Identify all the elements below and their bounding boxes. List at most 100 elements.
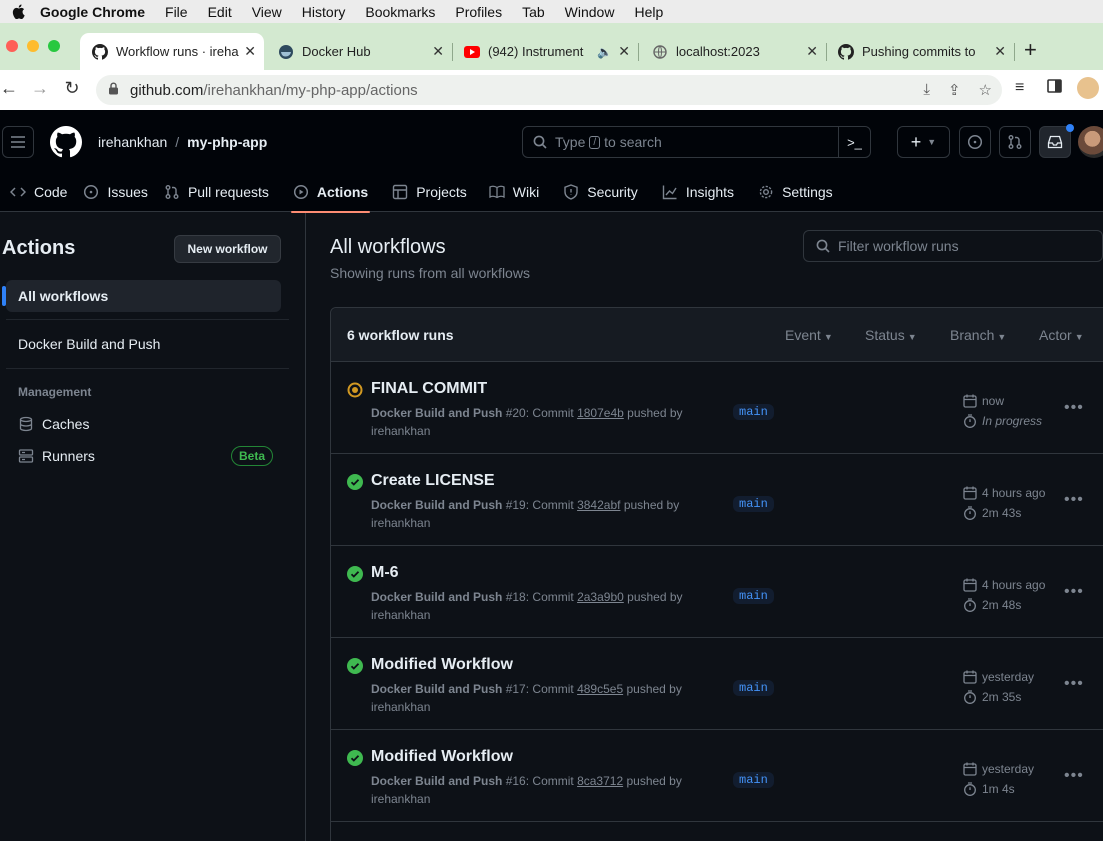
side-panel-icon[interactable] — [1047, 79, 1062, 98]
install-app-icon[interactable]: ⤓ — [923, 81, 930, 99]
menu-view[interactable]: View — [252, 4, 282, 20]
apple-icon[interactable] — [6, 4, 30, 19]
tab-pushing-commits[interactable]: Pushing commits to ✕ — [826, 33, 1015, 70]
search-icon — [816, 239, 830, 253]
menu-history[interactable]: History — [302, 4, 346, 20]
run-title-link[interactable]: Modified Workflow — [371, 656, 513, 674]
create-new-button[interactable]: + ▼ — [897, 126, 950, 158]
close-tab-icon[interactable]: ✕ — [806, 43, 818, 60]
repo-owner-link[interactable]: irehankhan — [98, 134, 167, 150]
status-filter-dropdown[interactable]: Status ▼ — [865, 327, 917, 343]
maximize-window-button[interactable] — [48, 40, 60, 52]
book-icon — [489, 184, 505, 200]
hamburger-menu-button[interactable] — [2, 126, 34, 158]
event-filter-dropdown[interactable]: Event ▼ — [785, 327, 833, 343]
run-title-link[interactable]: M-6 — [371, 564, 399, 582]
tab-wiki[interactable]: Wiki — [481, 172, 547, 212]
run-duration: 2m 43s — [963, 506, 1021, 520]
tab-security[interactable]: Security — [555, 172, 646, 212]
menu-help[interactable]: Help — [634, 4, 663, 20]
command-palette-icon[interactable]: >_ — [838, 127, 870, 157]
reload-icon[interactable]: ↻ — [60, 78, 84, 99]
menu-file[interactable]: File — [165, 4, 188, 20]
back-arrow-icon[interactable]: ← — [0, 78, 21, 99]
lock-icon[interactable] — [108, 82, 120, 99]
new-tab-icon[interactable]: + — [1024, 37, 1037, 63]
calendar-icon — [963, 394, 977, 408]
tab-docker-hub[interactable]: Docker Hub ✕ — [266, 33, 453, 70]
branch-filter-dropdown[interactable]: Branch ▼ — [950, 327, 1006, 343]
pull-requests-button[interactable] — [999, 126, 1031, 158]
close-tab-icon[interactable]: ✕ — [618, 43, 630, 60]
more-options-icon[interactable]: ••• — [1064, 399, 1084, 417]
bookmark-star-icon[interactable]: ☆ — [979, 81, 992, 99]
more-options-icon[interactable]: ••• — [1064, 491, 1084, 509]
tab-localhost[interactable]: localhost:2023 ✕ — [640, 33, 827, 70]
audio-playing-icon[interactable]: 🔈 — [597, 45, 612, 59]
tab-title: localhost:2023 — [676, 44, 760, 59]
run-title-link[interactable]: FINAL COMMIT — [371, 380, 487, 398]
run-title-link[interactable]: Create LICENSE — [371, 472, 495, 490]
address-bar[interactable]: github.com/irehankhan/my-php-app/actions… — [96, 75, 1002, 105]
workflow-run-row[interactable]: Modified Workflow Docker Build and Push … — [331, 730, 1103, 822]
tab-insights[interactable]: Insights — [654, 172, 742, 212]
global-search-input[interactable]: Type / to search >_ — [522, 126, 871, 158]
github-icon — [92, 43, 108, 60]
more-options-icon[interactable]: ••• — [1064, 583, 1084, 601]
forward-arrow-icon[interactable]: → — [28, 78, 52, 99]
tab-projects[interactable]: Projects — [384, 172, 475, 212]
menu-bookmarks[interactable]: Bookmarks — [365, 4, 435, 20]
sidebar-item-docker-build-and-push[interactable]: Docker Build and Push — [6, 328, 281, 360]
branch-label[interactable]: main — [733, 680, 774, 696]
tab-settings[interactable]: Settings — [750, 172, 841, 212]
commit-sha-link[interactable]: 489c5e5 — [577, 682, 623, 696]
play-icon — [293, 184, 309, 200]
filter-workflow-runs-input[interactable]: Filter workflow runs — [803, 230, 1103, 262]
new-workflow-button[interactable]: New workflow — [174, 235, 281, 263]
workflow-run-row[interactable]: FINAL COMMIT Docker Build and Push #20: … — [331, 362, 1103, 454]
issues-button[interactable] — [959, 126, 991, 158]
sidebar-item-all-workflows[interactable]: All workflows — [2, 280, 281, 312]
branch-label[interactable]: main — [733, 496, 774, 512]
more-options-icon[interactable]: ••• — [1064, 767, 1084, 785]
actor-filter-dropdown[interactable]: Actor ▼ — [1039, 327, 1084, 343]
menu-app-name[interactable]: Google Chrome — [40, 4, 145, 20]
repo-name-link[interactable]: my-php-app — [187, 134, 267, 150]
more-options-icon[interactable]: ••• — [1064, 675, 1084, 693]
close-tab-icon[interactable]: ✕ — [432, 43, 444, 60]
tab-pull-requests[interactable]: Pull requests — [156, 172, 277, 212]
sidebar-item-runners[interactable]: Runners Beta — [6, 440, 281, 472]
success-check-icon — [347, 658, 363, 674]
tab-workflow-runs[interactable]: Workflow runs · ireha ✕ — [80, 33, 264, 70]
close-window-button[interactable] — [6, 40, 18, 52]
github-header: irehankhan / my-php-app Type / to search… — [0, 110, 1103, 213]
tab-issues[interactable]: Issues — [75, 172, 155, 212]
workflow-run-row[interactable]: Modified Workflow Docker Build and Push … — [331, 638, 1103, 730]
commit-sha-link[interactable]: 1807e4b — [577, 406, 624, 420]
minimize-window-button[interactable] — [27, 40, 39, 52]
commit-sha-link[interactable]: 2a3a9b0 — [577, 590, 624, 604]
branch-label[interactable]: main — [733, 588, 774, 604]
close-tab-icon[interactable]: ✕ — [244, 43, 256, 60]
reading-list-icon[interactable]: ≡ — [1015, 79, 1024, 97]
tab-youtube[interactable]: (942) Instrument 🔈 ✕ — [452, 33, 639, 70]
workflow-run-row[interactable]: Create LICENSE Docker Build and Push #19… — [331, 454, 1103, 546]
close-tab-icon[interactable]: ✕ — [994, 43, 1006, 60]
share-icon[interactable]: ⇪ — [948, 81, 961, 99]
commit-sha-link[interactable]: 3842abf — [577, 498, 620, 512]
menu-edit[interactable]: Edit — [208, 4, 232, 20]
tab-actions[interactable]: Actions — [285, 172, 376, 213]
github-logo-icon[interactable] — [50, 126, 82, 158]
run-title-link[interactable]: Modified Workflow — [371, 748, 513, 766]
branch-label[interactable]: main — [733, 772, 774, 788]
tab-code[interactable]: Code — [2, 172, 75, 212]
workflow-run-row[interactable]: M-6 Docker Build and Push #18: Commit 2a… — [331, 546, 1103, 638]
profile-avatar[interactable] — [1077, 77, 1099, 99]
user-avatar[interactable] — [1078, 126, 1103, 158]
commit-sha-link[interactable]: 8ca3712 — [577, 774, 623, 788]
branch-label[interactable]: main — [733, 404, 774, 420]
menu-tab[interactable]: Tab — [522, 4, 545, 20]
sidebar-item-caches[interactable]: Caches — [6, 408, 281, 440]
menu-window[interactable]: Window — [565, 4, 615, 20]
menu-profiles[interactable]: Profiles — [455, 4, 502, 20]
